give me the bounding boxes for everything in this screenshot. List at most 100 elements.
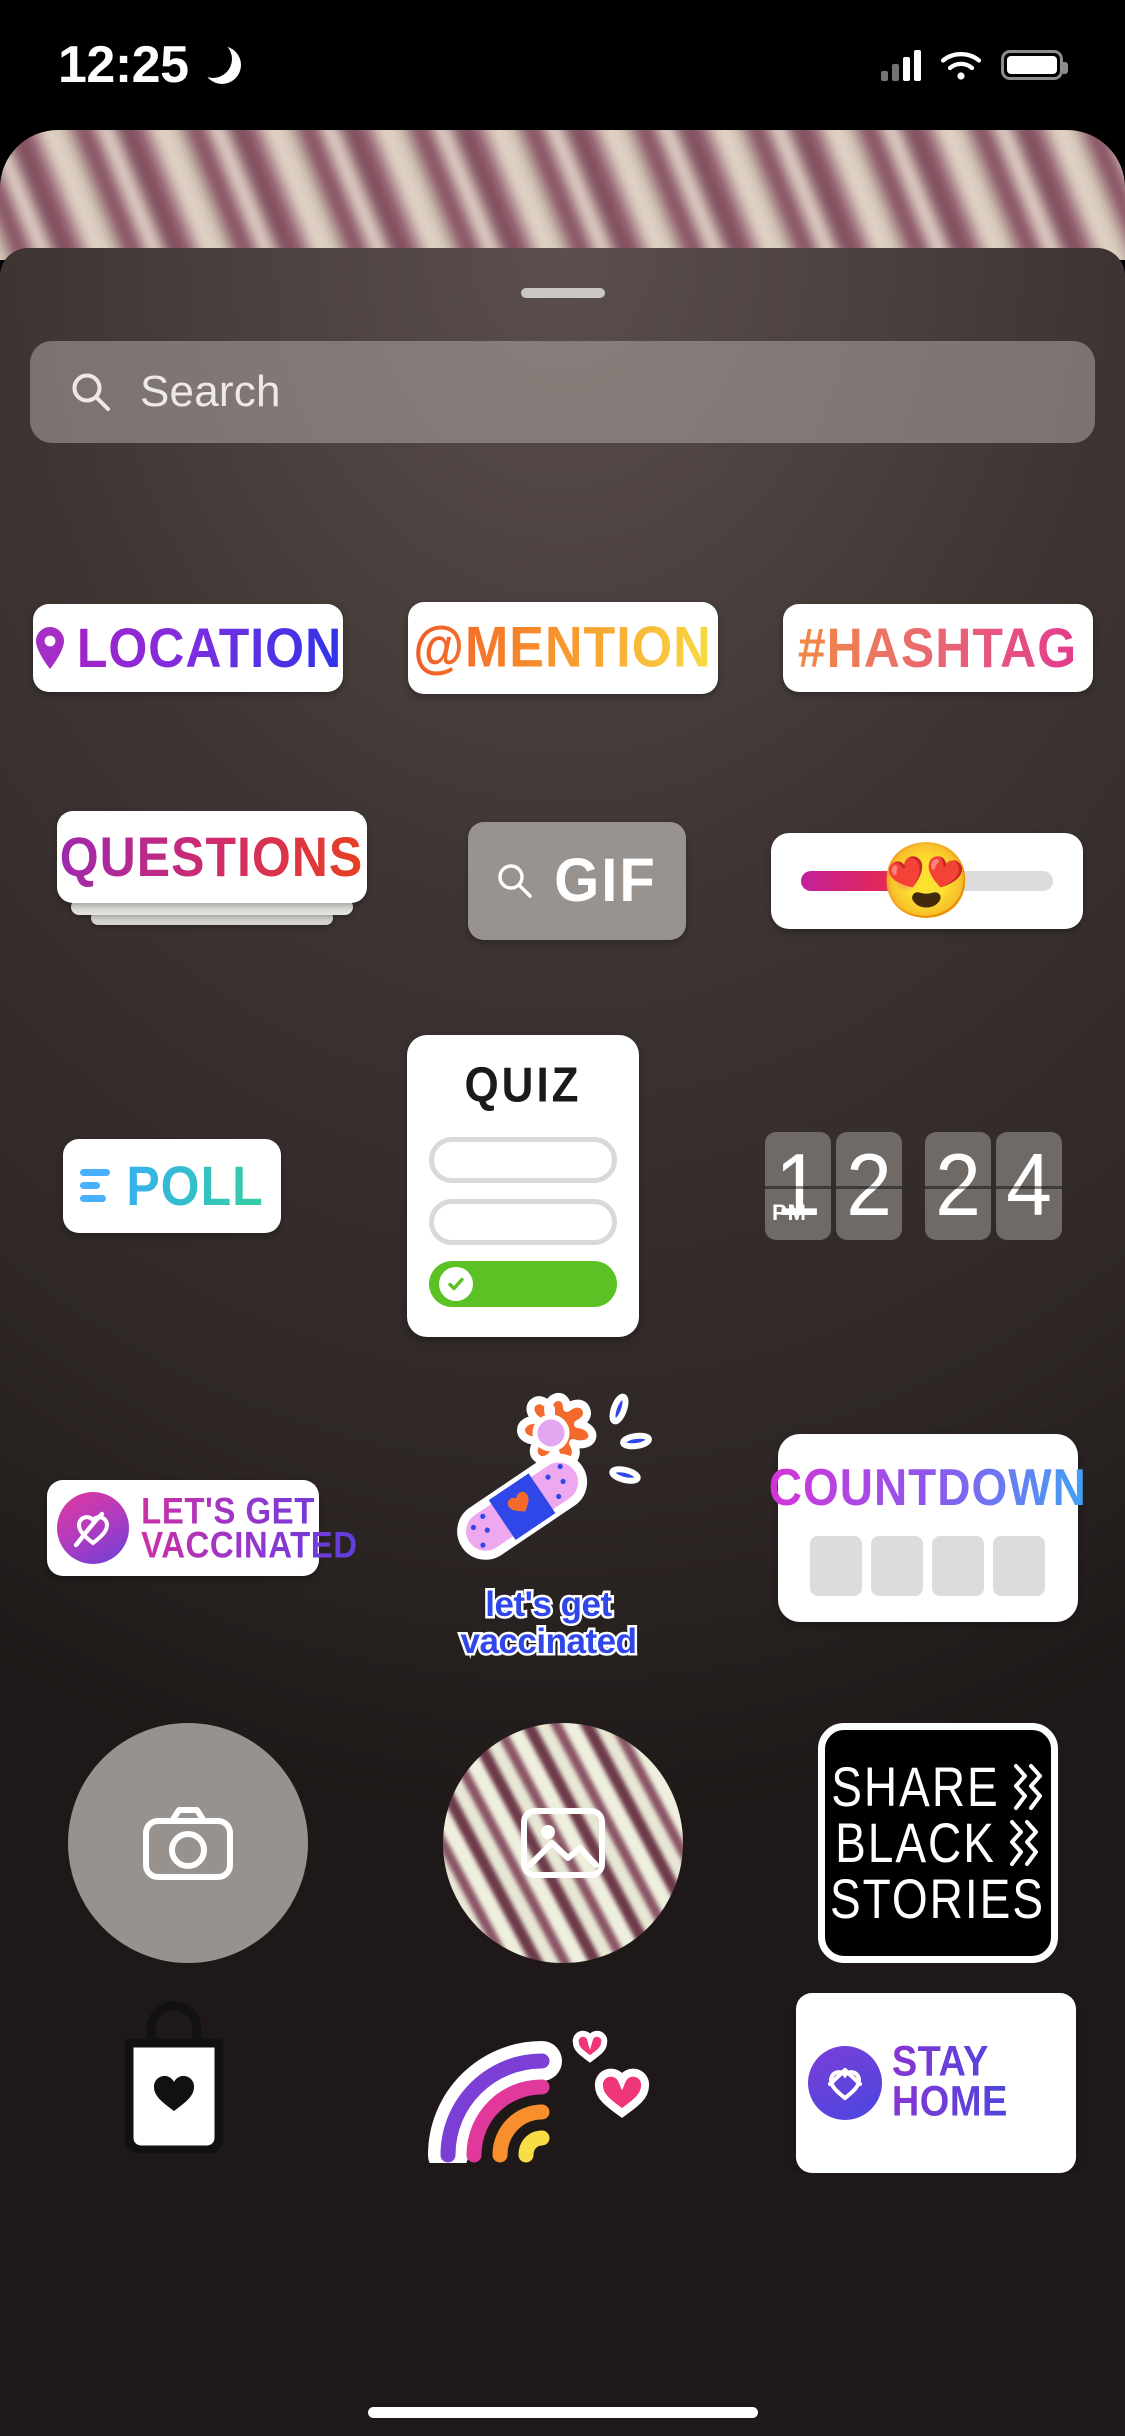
sticker-cell (397, 1993, 697, 2173)
sticker-row-4: LET'S GET VACCINATED let's get vaccinate… (0, 1363, 1125, 1693)
quiz-option-correct (429, 1260, 617, 1307)
sticker-hashtag[interactable]: #HASHTAG (782, 604, 1093, 692)
photo-icon (520, 1808, 605, 1878)
sticker-cell: LET'S GET VACCINATED (47, 1480, 357, 1576)
sticker-cell: QUESTIONS (43, 810, 383, 951)
sticker-lets-get-vaccinated[interactable]: LET'S GET VACCINATED (47, 1480, 357, 1576)
heart-ribbon-icon (57, 1492, 130, 1564)
rainbow-heart-icon (428, 2030, 650, 2163)
sticker-photo[interactable] (442, 1723, 683, 1963)
sticker-countdown-label: COUNTDOWN (768, 1457, 1087, 1517)
sticker-questions[interactable]: QUESTIONS (43, 810, 383, 951)
sticker-cell: let's get vaccinated (413, 1383, 683, 1673)
stay-home-text: STAY HOME (891, 2041, 1008, 2126)
countdown-placeholder-tiles (810, 1536, 1046, 1596)
sticker-poll[interactable]: POLL (63, 1138, 281, 1233)
camera-icon (142, 1807, 233, 1880)
sticker-row-1: LOCATION @MENTION #HASHTAG (0, 543, 1125, 753)
sticker-row-3: POLL QUIZ PM 1 2 2 4 (0, 1008, 1125, 1363)
sticker-share-black-stories[interactable]: SHARE BLACK STORIES (817, 1723, 1058, 1963)
sticker-row-2: QUESTIONS GIF 😍 (0, 753, 1125, 1008)
quiz-option (429, 1198, 617, 1245)
sticker-mention[interactable]: @MENTION (407, 602, 718, 694)
sticker-cell: #HASHTAG (782, 604, 1093, 692)
stay-home-line-2: HOME (891, 2078, 1008, 2126)
flower-caption: let's get vaccinated (458, 1584, 639, 1662)
clock-digit: 1 (775, 1135, 821, 1235)
clock-digit: 2 (935, 1135, 981, 1235)
location-pin-icon (35, 627, 64, 669)
search-icon (498, 863, 532, 898)
sticker-gif[interactable]: GIF (467, 821, 686, 940)
poll-bars-icon (80, 1169, 112, 1202)
sbs-line-3-row: STORIES (830, 1868, 1045, 1930)
sticker-hashtag-label: #HASHTAG (797, 616, 1078, 680)
sticker-cell (49, 1993, 299, 2173)
slider-emoji-thumb[interactable]: 😍 (880, 843, 972, 918)
home-indicator[interactable] (367, 2407, 758, 2418)
sticker-flower-vaccinated[interactable]: let's get vaccinated (413, 1383, 683, 1673)
battery-icon (1001, 50, 1068, 80)
heart-house-icon (807, 2046, 882, 2120)
sticker-grid: LOCATION @MENTION #HASHTAG QUESTIONS GIF… (0, 543, 1125, 2173)
quiz-title: QUIZ (464, 1057, 582, 1113)
sticker-row-6: STAY HOME (0, 1993, 1125, 2173)
clock-tile: PM 1 (765, 1131, 831, 1240)
sticker-location[interactable]: LOCATION (32, 604, 343, 692)
sticker-tray-sheet: Search LOCATION @MENTION #HASHTAG QUESTI… (0, 248, 1125, 2436)
sticker-poll-label: POLL (126, 1154, 264, 1217)
sticker-countdown[interactable]: COUNTDOWN (769, 1434, 1086, 1622)
status-bar: 12:25 (0, 0, 1125, 130)
status-bar-right (881, 49, 1068, 81)
sticker-stay-home[interactable]: STAY HOME (795, 1993, 1076, 2173)
story-photo-backdrop (0, 130, 1125, 260)
sticker-cell: SHARE BLACK STORIES (817, 1723, 1058, 1963)
sticker-cell: COUNTDOWN (769, 1434, 1086, 1622)
sticker-row-5: SHARE BLACK STORIES (0, 1693, 1125, 1993)
check-icon (439, 1266, 473, 1301)
sticker-cell: @MENTION (407, 602, 718, 694)
sbs-line-2-row: BLACK (835, 1812, 1040, 1874)
sticker-quiz[interactable]: QUIZ (407, 1034, 639, 1337)
sticker-location-label: LOCATION (76, 616, 343, 680)
sticker-cell: GIF (467, 821, 686, 940)
cellular-signal-icon (881, 49, 921, 81)
status-bar-clock: 12:25 (58, 36, 189, 94)
moon-icon (193, 40, 241, 84)
flower-caption-line-1: let's get (483, 1584, 615, 1625)
clock-tile: 2 (925, 1131, 991, 1240)
sticker-mention-label: @MENTION (413, 616, 712, 680)
sticker-cell (67, 1723, 308, 1963)
clock-tile: 4 (996, 1131, 1062, 1240)
wifi-icon (939, 49, 983, 81)
quiz-option (429, 1136, 617, 1183)
clock-tile: 2 (836, 1131, 902, 1240)
sticker-cell: QUIZ (407, 1034, 639, 1337)
search-placeholder: Search (140, 367, 281, 416)
sticker-cell: PM 1 2 2 4 (765, 1131, 1062, 1240)
sticker-cell: LOCATION (32, 604, 343, 692)
flower-caption-line-2: vaccinated (458, 1621, 639, 1662)
zigzag-icon (1013, 1764, 1042, 1810)
search-icon (72, 373, 110, 411)
lgv-line-2: VACCINATED (141, 1523, 358, 1566)
search-input[interactable]: Search (30, 341, 1095, 443)
phone-screen: 12:25 Search LOCATION @MENTION #HASHTAG … (0, 0, 1125, 2436)
sticker-cell: 😍 (770, 832, 1083, 929)
sticker-camera[interactable] (67, 1723, 308, 1963)
sbs-line-3: STORIES (829, 1867, 1046, 1931)
sheet-drag-handle[interactable] (520, 288, 605, 298)
sticker-cell (442, 1723, 683, 1963)
zigzag-icon (1009, 1820, 1038, 1866)
lgv-text: LET'S GET VACCINATED (141, 1491, 358, 1566)
sticker-shop[interactable] (49, 1993, 299, 2173)
clock-digit: 4 (1006, 1135, 1052, 1235)
sticker-gif-label: GIF (554, 846, 657, 915)
sbs-line-1-row: SHARE (831, 1756, 1043, 1818)
shopping-bag-heart-icon (124, 2001, 224, 2153)
questions-card: QUESTIONS (56, 810, 367, 903)
status-bar-left: 12:25 (58, 35, 241, 95)
sticker-emoji-slider[interactable]: 😍 (770, 832, 1083, 929)
sticker-rainbow[interactable] (397, 1993, 697, 2173)
sticker-countdown-clock[interactable]: PM 1 2 2 4 (765, 1131, 1062, 1240)
